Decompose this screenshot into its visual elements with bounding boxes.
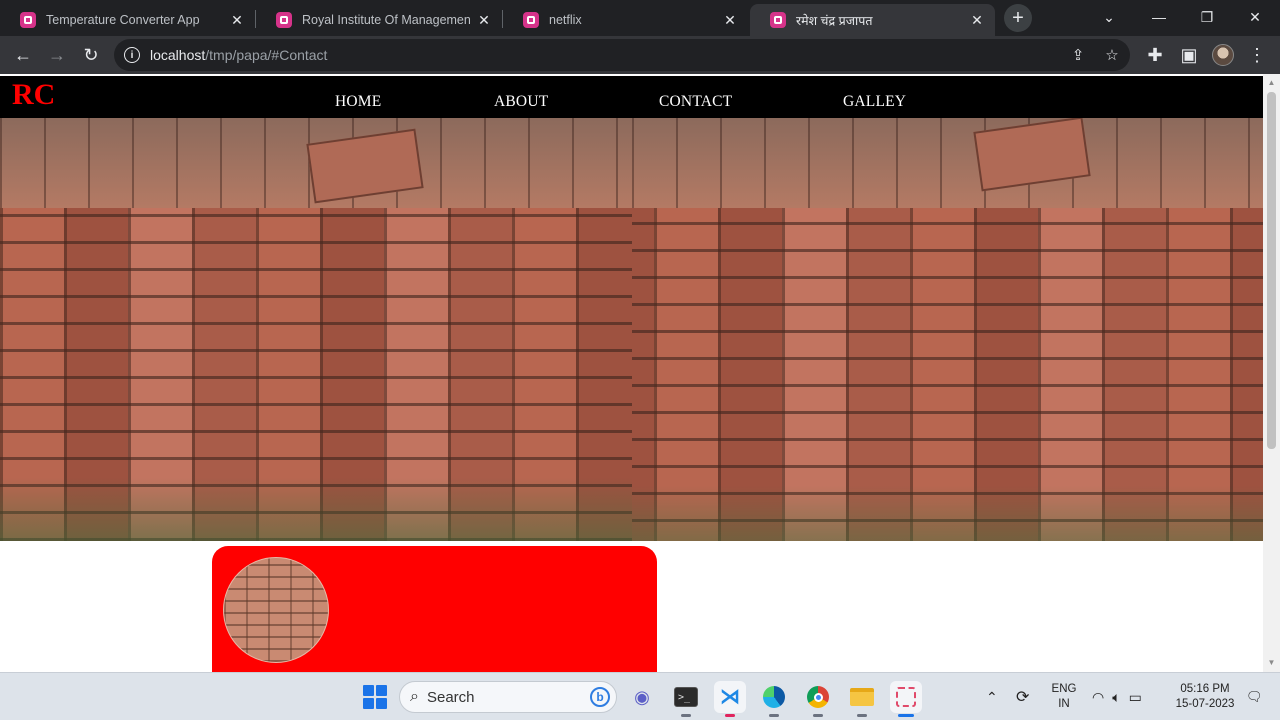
scrollbar-thumb[interactable] (1267, 92, 1276, 449)
brick-stack-image (0, 118, 632, 541)
page-viewport: RC HOME ABOUT CONTACT GALLEY ▲ ▼ (0, 74, 1280, 672)
tab-title: Royal Institute Of Management C (302, 13, 470, 27)
page-scrollbar[interactable]: ▲ ▼ (1263, 74, 1280, 672)
browser-tab-active[interactable]: रमेश चंद्र प्रजापत ✕ (750, 4, 995, 36)
edge-icon[interactable] (758, 681, 790, 717)
language-text: ENG IN (1052, 682, 1077, 712)
terminal-glyph: >_ (674, 687, 698, 707)
menu-icon[interactable]: ⋮ (1242, 40, 1272, 70)
language-line1: ENG (1051, 683, 1077, 695)
brick-stack-image (631, 118, 1263, 541)
close-window-icon[interactable]: ✕ (1232, 0, 1278, 34)
nav-about-link[interactable]: ABOUT (494, 93, 548, 111)
snip-glyph (896, 687, 916, 707)
browser-tab[interactable]: Royal Institute Of Management C ✕ (256, 4, 502, 36)
extensions-icon[interactable]: ✚ (1140, 40, 1170, 70)
taskbar-search[interactable]: ⌕ Search b (399, 681, 617, 713)
site-favicon-icon (20, 12, 36, 28)
chrome-icon[interactable] (802, 681, 834, 717)
vscode-icon[interactable]: ⋊ (714, 681, 746, 717)
close-tab-icon[interactable]: ✕ (722, 12, 738, 28)
clock[interactable]: 05:16 PM 15-07-2023 (1170, 673, 1240, 720)
wifi-icon: ◠ (1092, 688, 1105, 705)
language-line2: IN (1058, 698, 1070, 710)
restore-icon[interactable]: ❐ (1184, 0, 1230, 34)
site-favicon-icon (276, 12, 292, 28)
teams-icon[interactable]: ◉ (626, 681, 658, 713)
app-running-indicator (898, 714, 914, 717)
bing-icon[interactable]: b (590, 687, 610, 707)
app-running-indicator (681, 714, 691, 717)
clock-text: 05:16 PM 15-07-2023 (1176, 682, 1235, 712)
minimize-icon[interactable]: — (1136, 0, 1182, 34)
side-panel-icon[interactable]: ▣ (1174, 40, 1204, 70)
browser-tab[interactable]: netflix ✕ (503, 4, 748, 36)
hero-gallery (0, 118, 1263, 541)
site-favicon-icon (770, 12, 786, 28)
contact-card (212, 546, 657, 672)
battery-icon: ▭ (1128, 688, 1142, 705)
tab-title: Temperature Converter App (46, 13, 200, 27)
forward-icon[interactable]: → (42, 40, 72, 70)
browser-tab-strip: Temperature Converter App ✕ Royal Instit… (0, 0, 1280, 36)
app-running-indicator (857, 714, 867, 717)
site-info-icon[interactable]: i (124, 47, 140, 63)
nav-home-link[interactable]: HOME (335, 93, 381, 111)
app-running-indicator (769, 714, 779, 717)
folder-glyph (850, 688, 874, 706)
sync-icon[interactable]: ⟳ (1016, 673, 1029, 720)
close-tab-icon[interactable]: ✕ (476, 12, 492, 28)
clock-date: 15-07-2023 (1175, 698, 1235, 710)
close-tab-icon[interactable]: ✕ (229, 12, 245, 28)
app-running-indicator (813, 714, 823, 717)
quick-settings[interactable]: ◠ 🔈︎ ▭ (1092, 673, 1142, 720)
site-navbar: RC HOME ABOUT CONTACT GALLEY (0, 76, 1263, 118)
url-path: /tmp/papa/#Contact (205, 47, 328, 63)
nav-gallery-link[interactable]: GALLEY (843, 93, 906, 111)
onedrive-sync-icon: ⟳ (1016, 689, 1030, 706)
bookmark-star-icon[interactable]: ☆ (1102, 45, 1122, 65)
new-tab-button[interactable]: + (1004, 4, 1032, 32)
contact-avatar-image (223, 557, 329, 663)
reload-icon[interactable]: ↻ (76, 40, 106, 70)
browser-tab[interactable]: Temperature Converter App ✕ (0, 4, 255, 36)
search-placeholder: Search (426, 688, 475, 706)
profile-avatar[interactable] (1212, 44, 1234, 66)
tab-title: netflix (549, 13, 582, 27)
clock-time: 05:16 PM (1180, 683, 1230, 695)
address-bar[interactable]: i localhost/tmp/papa/#Contact ⇪ ☆ (114, 39, 1130, 71)
close-tab-icon[interactable]: ✕ (969, 12, 985, 28)
show-hidden-icons[interactable]: ⌃ (986, 673, 998, 720)
chevron-up-icon: ⌃ (986, 688, 998, 705)
tab-search-icon[interactable]: ⌄ (1086, 0, 1132, 34)
site-favicon-icon (523, 12, 539, 28)
windows-taskbar: ⌕ Search b ◉ >_ ⋊ ⌃ ⟳ ENG IN ◠ 🔈︎ ▭ 05:1… (0, 672, 1280, 720)
brick-stack-top (631, 118, 1263, 208)
scroll-up-icon[interactable]: ▲ (1267, 78, 1276, 87)
url-text[interactable]: localhost/tmp/papa/#Contact (150, 47, 327, 63)
snipping-tool-icon[interactable] (890, 681, 922, 717)
volume-icon: 🔈︎ (1112, 688, 1121, 705)
notifications-icon[interactable]: 🗨︎ (1246, 673, 1263, 720)
search-icon: ⌕ (410, 688, 419, 705)
nav-contact-link[interactable]: CONTACT (659, 93, 732, 111)
terminal-icon[interactable]: >_ (670, 681, 702, 717)
language-indicator[interactable]: ENG IN (1048, 673, 1080, 720)
vscode-glyph: ⋊ (720, 686, 740, 708)
site-logo[interactable]: RC (12, 78, 55, 112)
tab-title: रमेश चंद्र प्रजापत (796, 13, 873, 28)
share-icon[interactable]: ⇪ (1068, 45, 1088, 65)
chrome-glyph (807, 686, 829, 708)
url-host: localhost (150, 47, 206, 63)
browser-toolbar: ← → ↻ i localhost/tmp/papa/#Contact ⇪ ☆ … (0, 36, 1280, 74)
file-explorer-icon[interactable] (846, 681, 878, 717)
windows-start-icon[interactable] (363, 685, 387, 709)
scroll-down-icon[interactable]: ▼ (1267, 658, 1276, 667)
edge-glyph (763, 686, 785, 708)
app-running-indicator (725, 714, 735, 717)
back-icon[interactable]: ← (8, 40, 38, 70)
